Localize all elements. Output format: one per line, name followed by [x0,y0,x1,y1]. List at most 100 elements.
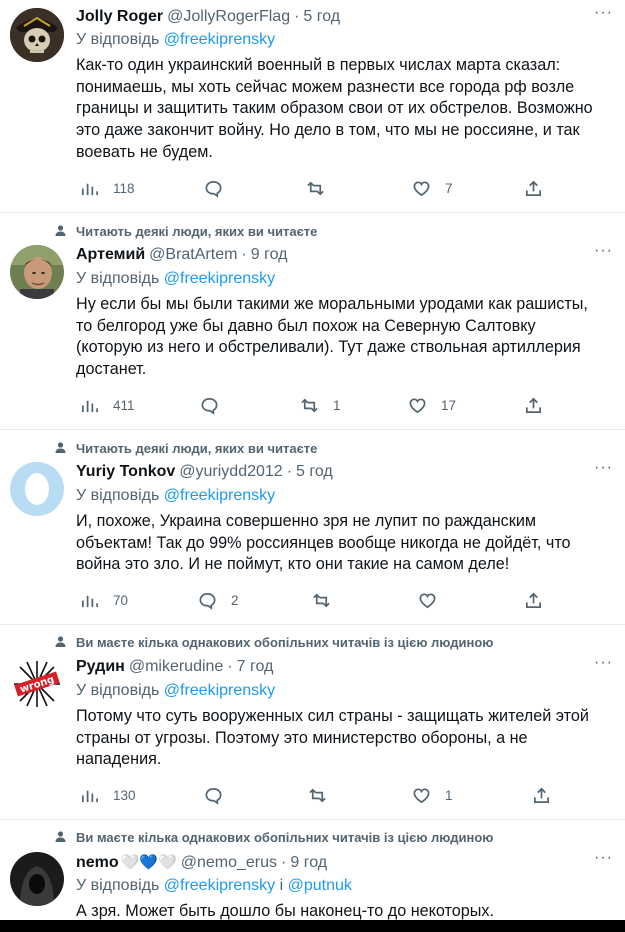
mention-link[interactable]: @freekiprensky [164,270,275,287]
mention-link[interactable]: @putnuk [288,877,352,894]
retweet-button[interactable] [308,784,327,806]
skull-avatar-image [10,8,64,62]
separator-dot: · [281,854,287,871]
heart-icon [413,180,430,196]
tweet[interactable]: Jolly Roger @JollyRogerFlag · 5 год ··· … [0,0,625,213]
like-button[interactable]: 1 [412,784,453,806]
wrong-logo-avatar: wrong [10,657,64,711]
social-context: Ви маєте кілька однакових обопільних чит… [55,635,494,650]
social-context: Ви маєте кілька однакових обопільних чит… [55,830,494,845]
heart-icon [419,592,436,608]
separator-dot: · [227,658,233,675]
tweet-header: Yuriy Tonkov @yuriydd2012 · 5 год [76,463,333,481]
user-handle[interactable]: @yuriydd2012 [179,463,282,481]
tweet-header: Рудин @mikerudine · 7 год [76,658,273,676]
comment-icon [205,180,222,198]
timestamp[interactable]: 7 год [237,658,274,676]
views-button[interactable]: 130 [80,784,136,806]
views-button[interactable]: 411 [80,394,135,416]
more-options-icon[interactable]: ··· [594,4,613,22]
tweet-actions: 411 1 17 [76,394,556,416]
person-icon [54,830,67,846]
retweet-button[interactable]: 1 [300,394,341,416]
tweet-text: Как-то один украинский военный в первых … [76,56,593,161]
reply-button[interactable] [204,784,223,806]
retweet-button[interactable] [306,177,325,199]
timestamp[interactable]: 5 год [296,463,333,481]
tweet[interactable]: Ви маєте кілька однакових обопільних чит… [0,820,625,932]
avatar[interactable] [10,462,64,516]
display-name[interactable]: Jolly Roger [76,8,163,26]
replies-count: 2 [231,592,239,608]
user-handle[interactable]: @mikerudine [129,658,224,676]
more-options-icon[interactable]: ··· [594,849,613,867]
social-context: Читають деякі люди, яких ви читаєте [55,441,317,456]
comment-icon [199,592,216,610]
tweet-actions: 130 1 [76,784,556,806]
blue-heart-emoji: 💙 [139,854,159,871]
reply-button[interactable] [204,177,223,199]
reply-button[interactable] [200,394,219,416]
views-count: 130 [113,787,136,803]
avatar[interactable] [10,8,64,62]
retweet-button[interactable] [312,589,331,611]
display-name[interactable]: nemo [76,854,119,872]
like-button[interactable] [418,589,437,611]
user-handle[interactable]: @BratArtem [149,246,237,264]
tweet[interactable]: Ви маєте кілька однакових обопільних чит… [0,625,625,820]
mention-joiner: і [279,877,284,894]
mention-link[interactable]: @freekiprensky [164,31,275,48]
reply-context: У відповідь @freekiprensky і @putnuk [76,877,352,895]
name-emoji: 🤍 💙 🤍 [121,853,177,871]
user-handle[interactable]: @nemo_erus [181,854,277,872]
avatar[interactable] [10,852,64,906]
bar-chart-icon [81,595,98,607]
tweet-text: И, похоже, Украина совершенно зря не луп… [76,512,571,574]
more-options-icon[interactable]: ··· [594,654,613,672]
like-button[interactable]: 17 [408,394,456,416]
views-button[interactable]: 70 [80,589,128,611]
views-button[interactable]: 118 [80,177,135,199]
reply-button[interactable]: 2 [198,589,239,611]
timestamp[interactable]: 5 год [303,8,340,26]
replying-label: У відповідь [76,270,160,287]
share-icon [525,397,542,413]
display-name[interactable]: Рудин [76,658,125,676]
person-icon [54,635,67,651]
timestamp[interactable]: 9 год [290,854,327,872]
mention-link[interactable]: @freekiprensky [164,877,275,894]
social-context-text: Ви маєте кілька однакових обопільних чит… [76,635,494,650]
display-name[interactable]: Артемий [76,246,145,264]
white-heart-emoji: 🤍 [120,854,140,871]
tweet[interactable]: Читають деякі люди, яких ви читаєте Арте… [0,213,625,430]
person-icon [54,224,67,240]
display-name[interactable]: Yuriy Tonkov [76,463,175,481]
share-button[interactable] [524,394,543,416]
avatar[interactable] [10,245,64,299]
more-options-icon[interactable]: ··· [594,242,613,260]
bottom-edge-bar [0,920,625,932]
default-o-avatar [10,462,64,516]
share-button[interactable] [532,784,551,806]
like-button[interactable]: 7 [412,177,453,199]
timestamp[interactable]: 9 год [251,246,288,264]
social-context-text: Ви маєте кілька однакових обопільних чит… [76,830,494,845]
views-count: 411 [113,397,135,413]
retweet-icon [313,593,330,607]
tweet-header: Jolly Roger @JollyRogerFlag · 5 год [76,8,340,26]
replying-label: У відповідь [76,877,160,894]
person-icon [54,441,67,457]
share-button[interactable] [524,589,543,611]
replying-label: У відповідь [76,487,160,504]
mention-link[interactable]: @freekiprensky [164,487,275,504]
avatar[interactable]: wrong [10,657,64,711]
retweet-icon [309,788,326,802]
more-options-icon[interactable]: ··· [594,459,613,477]
share-button[interactable] [524,177,543,199]
user-handle[interactable]: @JollyRogerFlag [167,8,290,26]
mention-link[interactable]: @freekiprensky [164,682,275,699]
replying-label: У відповідь [76,31,160,48]
comment-icon [201,397,218,415]
tweet[interactable]: Читають деякі люди, яких ви читаєте Yuri… [0,430,625,625]
hooded-figure-avatar [10,852,64,906]
